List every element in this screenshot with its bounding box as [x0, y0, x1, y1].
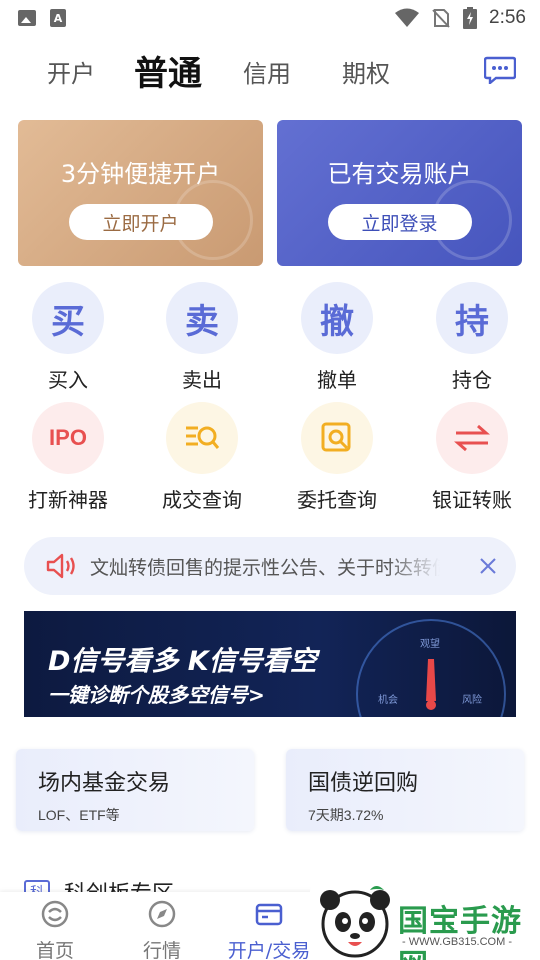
login-account-title: 已有交易账户 — [327, 160, 472, 188]
buy-icon: 买 — [32, 282, 104, 354]
message-icon[interactable] — [484, 56, 516, 84]
grid-label: 成交查询 — [162, 488, 242, 512]
exchange-fund-card[interactable]: 场内基金交易 LOF、ETF等 — [16, 749, 254, 831]
site-watermark: 国宝手游网 - WWW.GB315.COM - — [310, 882, 540, 960]
watermark-brand: 国宝手游网 — [398, 904, 522, 960]
order-query-icon — [301, 402, 373, 474]
deal-query-icon — [166, 402, 238, 474]
grid-item-buy[interactable]: 买 买入 — [13, 282, 123, 393]
close-icon[interactable] — [476, 554, 500, 578]
gauge-needle-icon — [426, 659, 436, 710]
grid-label: 买入 — [48, 368, 88, 392]
login-account-card[interactable]: 已有交易账户 立即登录 — [277, 120, 522, 266]
trade-card-title: 国债逆回购 — [308, 771, 419, 796]
grid-item-positions[interactable]: 持 持仓 — [417, 282, 527, 393]
banner-headline: D信号看多 K信号看空 — [48, 646, 317, 677]
home-icon — [41, 900, 69, 928]
sell-icon: 卖 — [166, 282, 238, 354]
grid-label: 撤单 — [317, 368, 357, 392]
reverse-repo-card[interactable]: 国债逆回购 7天期3.72% — [286, 749, 524, 831]
login-button[interactable]: 立即登录 — [327, 204, 472, 240]
no-sim-icon — [432, 9, 450, 28]
grid-label: 委托查询 — [297, 488, 377, 512]
nav-label: 行情 — [142, 940, 181, 960]
trade-card-subtitle: 7天期3.72% — [308, 807, 384, 823]
trade-card-title: 场内基金交易 — [38, 771, 171, 796]
watermark-url: - WWW.GB315.COM - — [402, 936, 512, 948]
panda-logo-icon — [320, 886, 390, 958]
a-notification-icon: A — [50, 9, 66, 27]
grid-item-cancel-order[interactable]: 撤 撤单 — [282, 282, 392, 393]
tab-normal[interactable]: 普通 — [134, 46, 202, 95]
open-account-button[interactable]: 立即开户 — [68, 204, 213, 240]
grid-label: 卖出 — [182, 368, 222, 392]
grid-label: 银证转账 — [432, 488, 512, 512]
nav-market[interactable]: 行情 — [107, 900, 217, 960]
gallery-notification-icon — [18, 10, 36, 26]
notice-bar[interactable]: 文灿转债回售的提示性公告、关于时达转债 — [24, 537, 516, 595]
grid-item-ipo[interactable]: IPO 打新神器 — [13, 402, 123, 513]
nav-home[interactable]: 首页 — [0, 900, 110, 960]
nav-trade[interactable]: 开户/交易 — [214, 900, 324, 960]
trade-card-subtitle: LOF、ETF等 — [38, 807, 120, 823]
battery-icon — [463, 7, 478, 29]
grid-item-sell[interactable]: 卖 卖出 — [147, 282, 257, 393]
grid-label: 打新神器 — [28, 488, 108, 512]
compass-icon — [148, 900, 176, 928]
transfer-icon — [436, 402, 508, 474]
grid-label: 持仓 — [452, 368, 492, 392]
open-account-title: 3分钟便捷开户 — [60, 160, 221, 188]
wifi-icon — [395, 8, 420, 27]
banner-subline: 一键诊断个股多空信号> — [48, 683, 265, 707]
nav-label: 开户/交易 — [227, 940, 311, 960]
open-account-card[interactable]: 3分钟便捷开户 立即开户 — [18, 120, 263, 266]
grid-item-deal-query[interactable]: 成交查询 — [147, 402, 257, 513]
nav-label: 首页 — [35, 940, 74, 960]
status-time: 2:56 — [489, 7, 526, 28]
notice-text: 文灿转债回售的提示性公告、关于时达转债 — [90, 556, 440, 579]
speaker-icon — [46, 553, 75, 579]
positions-icon: 持 — [436, 282, 508, 354]
tab-options[interactable]: 期权 — [342, 54, 390, 89]
tab-credit[interactable]: 信用 — [243, 54, 291, 89]
wallet-icon — [255, 903, 283, 926]
cancel-order-icon: 撤 — [301, 282, 373, 354]
trade-type-tabs: 开户 普通 信用 期权 — [0, 44, 540, 100]
gauge-graphic: 观望 机会 风险 — [356, 619, 506, 717]
grid-item-bank-transfer[interactable]: 银证转账 — [417, 402, 527, 513]
status-bar: A 2:56 — [0, 0, 540, 36]
signal-banner[interactable]: D信号看多 K信号看空 一键诊断个股多空信号> 观望 机会 风险 — [24, 611, 516, 717]
ipo-icon: IPO — [32, 402, 104, 474]
tab-open-account[interactable]: 开户 — [47, 54, 95, 89]
grid-item-order-query[interactable]: 委托查询 — [282, 402, 392, 513]
